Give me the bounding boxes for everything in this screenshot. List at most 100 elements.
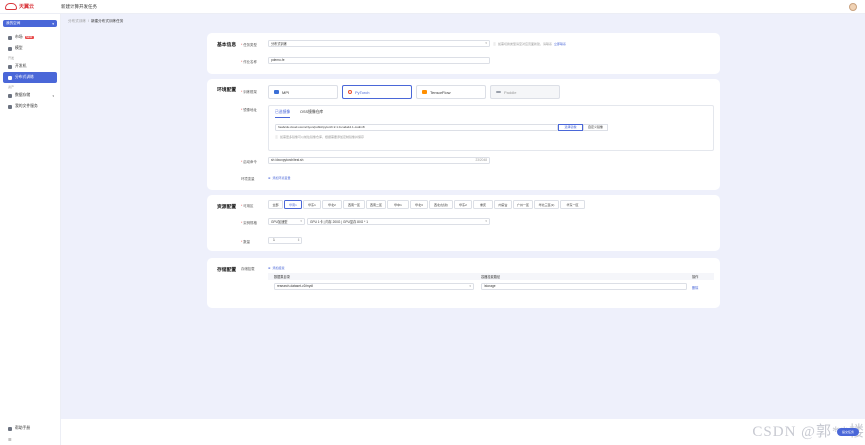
file-service-icon (8, 104, 12, 109)
custom-image-button[interactable]: 自定义镜像 (583, 124, 608, 131)
info-icon: ⓘ (275, 135, 279, 139)
select-image-button[interactable]: 选择镜像 (558, 124, 583, 131)
contact-link[interactable]: 立即联系 (554, 42, 566, 46)
spec-option-button[interactable]: 华中1 (387, 200, 409, 209)
spec-option-button[interactable]: 西南一区 (343, 200, 365, 209)
sidebar-item-model[interactable]: 模型 (0, 43, 60, 54)
spec-option-button[interactable]: 华北三区(2) (534, 200, 559, 209)
storage-icon (8, 93, 12, 98)
mount-path-input[interactable]: /storage (481, 283, 687, 290)
framework-label-mpi: MPI (282, 89, 290, 95)
task-type-select[interactable]: 分布式训练 ▾ (268, 40, 490, 47)
count-stepper[interactable]: 1 ⇕ (268, 237, 302, 244)
plus-circle-icon: ⊕ (268, 265, 271, 270)
sidebar-item-label: 帮助手册 (15, 426, 31, 430)
framework-label-pytorch: PyTorch (355, 89, 370, 95)
user-help-icon (8, 426, 12, 431)
flavor-select[interactable]: GPU 1卡 | 内存 200G | GPU显存 80G * 1 ▾ (307, 218, 490, 225)
breadcrumb-current: 新建分布式训练任务 (90, 19, 124, 23)
count-label: * 数量 (241, 240, 251, 244)
flavor-type-select[interactable]: GPU加速型 ▾ (268, 218, 305, 225)
mount-path-value: /storage (484, 284, 496, 289)
command-label: * 启动命令 (241, 160, 257, 164)
spec-option-button[interactable]: 华北3 (410, 200, 428, 209)
breadcrumb-parent[interactable]: 分布式训练 (68, 19, 86, 24)
spec-option-button[interactable]: 华南1 (284, 200, 302, 209)
tab-oss-image[interactable]: OSS镜像仓库 (300, 110, 323, 115)
submit-button[interactable]: 提交任务 (837, 428, 859, 436)
chevron-updown-icon[interactable]: ⇕ (296, 238, 301, 242)
table-header: 数据集目录 容器挂载路径 操作 (268, 273, 714, 280)
resource-card: 资源配置 * 可用区 全部 华南1 华东1 华北2 西南一区 西南二区 华中1 华北3 西北(甘… (207, 195, 720, 251)
user-avatar[interactable] (849, 3, 857, 11)
spec-option-button[interactable]: 华东一区 (560, 200, 585, 209)
spec-option-button[interactable]: 华东2 (454, 200, 472, 209)
framework-label: * 训练框架 (241, 90, 257, 94)
tab-selected-image[interactable]: 已选镜像 (275, 110, 291, 118)
spec-option-button[interactable]: 西南二区 (366, 200, 386, 209)
chevron-down-icon: ▾ (469, 284, 471, 289)
basic-info-card: 基本信息 * 任务类型 分布式训练 ▾ ⓘ 如需切换类型请至对应页面新建，请联系… (207, 33, 720, 74)
flavor-type-value: GPU加速型 (271, 219, 288, 224)
count-value: 1 (273, 238, 275, 243)
sidebar-item-label: 开发机 (15, 64, 27, 68)
resource-title: 资源配置 (217, 205, 237, 210)
command-input[interactable]: sh /dxcxpytorch/test.sh 23/2048 (268, 157, 490, 164)
flavor-label: * 实例规格 (241, 221, 257, 225)
chevron-down-icon: ▾ (485, 219, 487, 224)
workspace-select[interactable]: 我的空间 ▾ (3, 20, 57, 27)
job-name-value: pdemo-fe (271, 58, 285, 63)
logo[interactable]: 天翼云 (0, 3, 61, 10)
sidebar-item-file-service[interactable]: 我的文件服务 (0, 101, 60, 112)
framework-mpi[interactable]: MPI (268, 85, 338, 99)
cloud-logo-icon (5, 3, 17, 10)
menu-collapse-icon: ☰ (8, 437, 12, 442)
environment-title: 环境配置 (217, 88, 237, 93)
sidebar-item-distributed-training[interactable]: 分布式训练 (3, 72, 57, 83)
delete-mount-button[interactable]: 删除 (692, 285, 698, 290)
market-icon (8, 35, 12, 40)
sidebar-item-devbox[interactable]: 开发机 (0, 61, 60, 72)
sidebar-item-help[interactable]: 帮助手册 (0, 423, 61, 434)
framework-tensorflow[interactable]: TensorFlow (416, 85, 486, 99)
sidebar-item-data-storage[interactable]: 数据存储 ▾ (0, 90, 60, 101)
top-bar: 天翼云 新建计算开发任务 (0, 0, 865, 14)
sidebar-item-label: 市场 (15, 35, 23, 39)
bottom-panel (61, 419, 865, 445)
spec-option-button[interactable]: 广州一区 (513, 200, 533, 209)
spec-option-button[interactable]: 华东1 (303, 200, 321, 209)
workspace-select-label: 我的空间 (6, 21, 21, 25)
job-name-input[interactable]: pdemo-fe (268, 57, 490, 64)
task-type-value: 分布式训练 (271, 41, 287, 46)
mount-label: 存储挂载 (241, 267, 255, 271)
job-name-label: * 作业名称 (241, 60, 257, 64)
sidebar-section-dev: 开发 (8, 55, 15, 60)
devbox-icon (8, 64, 12, 69)
add-envvar-link[interactable]: ⊕ 添加环境变量 (268, 176, 291, 180)
framework-paddle: Paddle (490, 85, 560, 99)
spec-option-button[interactable]: 重庆 (473, 200, 493, 209)
image-hint: ⓘ 如需更多镜像可以前往镜像仓库，根据需要添加定制镜像并保存 (275, 135, 364, 139)
spec-option-button[interactable]: 内蒙古 (494, 200, 512, 209)
spec-option-button[interactable]: 全部 (268, 200, 283, 209)
spec-option-button[interactable]: 华北2 (322, 200, 342, 209)
image-address-input[interactable]: hsabcdu.cloud.ocom/ctyun/public/pytorch:… (275, 124, 558, 131)
storage-card: 存储配置 存储挂载 ⊕ 添加挂载 数据集目录 容器挂载路径 操作 researc… (207, 258, 720, 308)
spec-option-button[interactable]: 西北(甘肃) (429, 200, 453, 209)
collapse-sidebar-button[interactable]: ☰ (0, 434, 61, 445)
add-mount-link[interactable]: ⊕ 添加挂载 (268, 266, 285, 270)
framework-label-tensorflow: TensorFlow (430, 89, 451, 95)
chevron-down-icon: ▾ (52, 93, 54, 98)
environment-card: 环境配置 * 训练框架 MPI PyTorch TensorFlow Paddl… (207, 79, 720, 190)
framework-label-paddle: Paddle (504, 89, 517, 95)
mount-source-select[interactable]: research-dataset-v2/mydl ▾ (274, 283, 474, 290)
sidebar-item-market[interactable]: 市场 NEW (0, 32, 60, 43)
framework-pytorch[interactable]: PyTorch (342, 85, 412, 99)
training-icon (8, 75, 12, 80)
column-header: 容器挂载路径 (481, 275, 501, 279)
flavor-value: GPU 1卡 | 内存 200G | GPU显存 80G * 1 (310, 219, 368, 224)
sidebar: 我的空间 ▾ 市场 NEW 模型 开发 开发机 分布式训练 资产 数据存储 ▾ … (0, 14, 61, 445)
mount-source-value: research-dataset-v2/mydl (277, 284, 313, 289)
image-selector: 已选镜像 OSS镜像仓库 hsabcdu.cloud.ocom/ctyun/pu… (268, 105, 714, 151)
image-hint-text: 如需更多镜像可以前往镜像仓库，根据需要添加定制镜像并保存 (280, 135, 365, 139)
